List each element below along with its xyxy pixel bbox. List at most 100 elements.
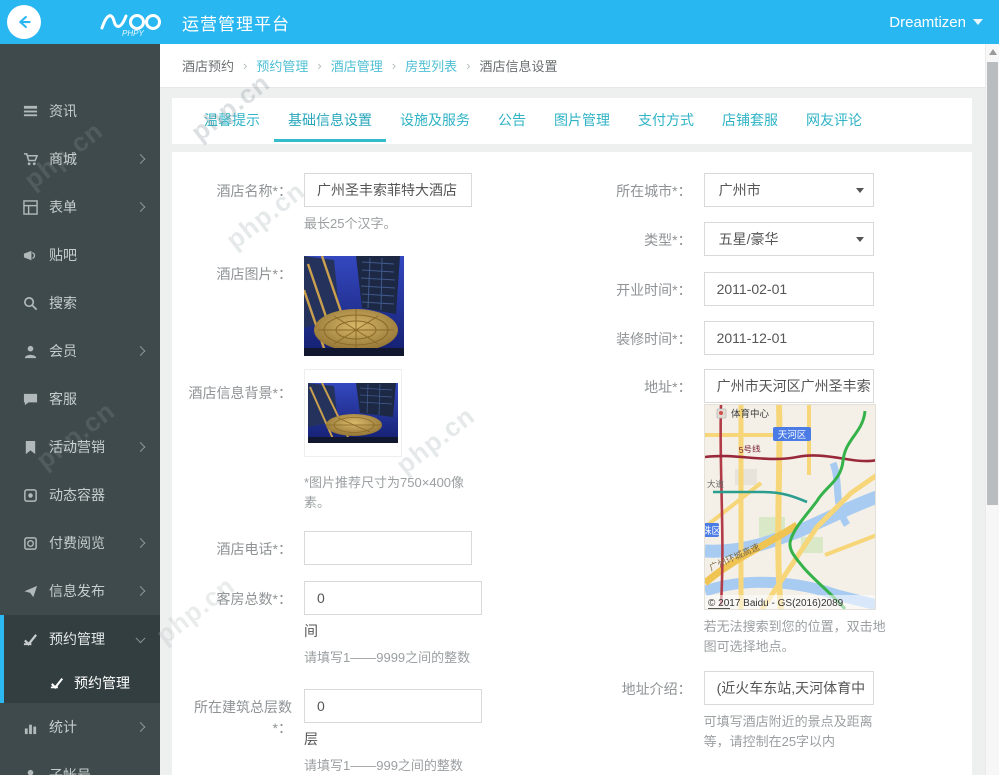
type-label: 类型*： xyxy=(644,232,692,248)
sidebar-item-label: 会员 xyxy=(49,343,77,359)
baidu-map[interactable]: 体育中心 天河区 珠区 5号线 xyxy=(703,404,876,610)
type-select[interactable]: 五星/豪华 xyxy=(703,222,874,256)
basic-info-form: 酒店名称*： 广州圣丰索菲特大酒店 最长25个汉字。 酒店图片*： 酒店信息背景… xyxy=(172,152,972,775)
back-button[interactable] xyxy=(7,5,41,39)
scrollbar-thumb[interactable] xyxy=(987,62,998,505)
user-menu-label: Dreamtizen xyxy=(889,13,966,31)
map-copyright: © 2017 Baidu - GS(2016)2089 xyxy=(708,598,844,609)
map-hint: 若无法搜索到您的位置，双击地图可选择地点。 xyxy=(703,619,886,655)
sidebar-item-label: 搜索 xyxy=(49,295,77,311)
tab-reviews[interactable]: 网友评论 xyxy=(792,98,876,144)
main-content: 温馨提示 基础信息设置 设施及服务 公告 图片管理 支付方式 店铺套服 网友评论… xyxy=(160,88,985,775)
tab-bar: 温馨提示 基础信息设置 设施及服务 公告 图片管理 支付方式 店铺套服 网友评论 xyxy=(172,98,972,144)
room-total-label: 客房总数*： xyxy=(216,591,292,608)
sidebar-item-mall[interactable]: 商城 xyxy=(0,135,160,183)
user-menu[interactable]: Dreamtizen xyxy=(889,14,983,31)
hotel-image-thumbnail[interactable] xyxy=(304,256,404,357)
map-district-badge-partial: 珠区 xyxy=(704,523,721,537)
hotel-phone-input[interactable] xyxy=(304,531,472,566)
sidebar-item-label: 预约管理 xyxy=(49,631,105,647)
tab-image-manage[interactable]: 图片管理 xyxy=(540,98,624,144)
breadcrumb-item-current: 酒店信息设置 xyxy=(479,59,558,74)
breadcrumb-item-link[interactable]: 房型列表 xyxy=(405,56,457,75)
page-title: 运营管理平台 xyxy=(182,14,290,34)
city-select[interactable]: 广州市 xyxy=(703,173,874,207)
sidebar-item-label: 客服 xyxy=(49,391,77,407)
sidebar-item-service[interactable]: 客服 xyxy=(0,375,160,423)
address-intro-label: 地址介绍： xyxy=(621,681,692,698)
scroll-up-icon xyxy=(989,49,997,55)
chevron-right-icon xyxy=(135,722,146,732)
type-select-value: 五星/豪华 xyxy=(718,231,779,247)
tab-shop-service[interactable]: 店铺套服 xyxy=(708,98,792,144)
hotel-name-label: 酒店名称*： xyxy=(216,183,292,199)
city-select-value: 广州市 xyxy=(718,182,761,198)
chevron-right-icon xyxy=(135,202,146,212)
sidebar-item-news[interactable]: 资讯 xyxy=(0,87,160,135)
bullhorn-icon xyxy=(22,247,38,263)
chevron-right-icon xyxy=(135,442,146,452)
breadcrumb-item: 酒店预约 xyxy=(182,59,235,74)
vertical-scrollbar[interactable] xyxy=(985,44,999,775)
sidebar-item-label: 动态容器 xyxy=(49,487,105,503)
hotel-bg-image-label: 酒店信息背景*： xyxy=(188,385,292,402)
breadcrumb-separator: › xyxy=(317,58,322,73)
open-date-input[interactable]: 2011-02-01 xyxy=(703,272,874,306)
address-input[interactable]: 广州市天河区广州圣丰索 xyxy=(703,369,874,403)
hotel-name-input[interactable]: 广州圣丰索菲特大酒店 xyxy=(304,173,472,207)
address-intro-hint: 可填写酒店附近的景点及距离等，请控制在25字以内 xyxy=(703,714,873,750)
sidebar-item-subaccount[interactable]: 子帐号 xyxy=(0,751,160,775)
sidebar-item-members[interactable]: 会员 xyxy=(0,327,160,375)
breadcrumb-item-link[interactable]: 预约管理 xyxy=(256,56,308,75)
sidebar-group-booking: 预约管理 预约管理 xyxy=(0,615,160,703)
sidebar-item-paid-reading[interactable]: 付费阅览 xyxy=(0,519,160,567)
chevron-right-icon xyxy=(135,538,146,548)
floor-total-hint: 请填写1——999之间的整数 xyxy=(304,757,463,773)
floor-total-input[interactable]: 0 xyxy=(304,688,482,723)
hotel-name-hint: 最长25个汉字。 xyxy=(304,216,397,231)
renovate-date-input[interactable]: 2011-12-01 xyxy=(703,321,874,355)
svg-text:PHPY: PHPY xyxy=(122,29,144,38)
top-header: PHPY 运营管理平台 Dreamtizen xyxy=(0,0,999,44)
address-intro-input[interactable]: (近火车东站,天河体育中 xyxy=(703,671,874,706)
sidebar-item-search[interactable]: 搜索 xyxy=(0,279,160,327)
room-total-input[interactable]: 0 xyxy=(304,581,482,616)
hotel-bg-image-thumbnail[interactable] xyxy=(304,369,402,458)
search-icon xyxy=(22,295,38,311)
breadcrumb-item-link[interactable]: 酒店管理 xyxy=(331,56,383,75)
tab-payment[interactable]: 支付方式 xyxy=(624,98,708,144)
sidebar-item-label: 资讯 xyxy=(49,103,77,119)
sidebar-item-stats[interactable]: 统计 xyxy=(0,703,160,751)
map-metro-line-label: 5号线 xyxy=(738,443,761,455)
sidebar-item-forum[interactable]: 贴吧 xyxy=(0,231,160,279)
sidebar-item-forms[interactable]: 表单 xyxy=(0,183,160,231)
sidebar-item-publish[interactable]: 信息发布 xyxy=(0,567,160,615)
sidebar-item-marketing[interactable]: 活动营销 xyxy=(0,423,160,471)
breadcrumb-separator: › xyxy=(466,58,471,73)
tab-facilities[interactable]: 设施及服务 xyxy=(386,98,484,144)
chevron-down-icon xyxy=(855,188,864,193)
stats-icon xyxy=(22,719,38,735)
brand-logo: PHPY 运营管理平台 xyxy=(96,6,290,38)
renovate-date-label: 装修时间*： xyxy=(616,331,692,347)
sidebar-subitem-booking-manage[interactable]: 预约管理 xyxy=(4,663,160,703)
app-window: PHPY 运营管理平台 Dreamtizen 资讯 商城 表单 贴吧 搜索 会员… xyxy=(0,0,999,775)
map-canvas: 体育中心 天河区 珠区 5号线 xyxy=(704,405,875,609)
address-label: 地址*： xyxy=(644,379,692,395)
chevron-down-icon xyxy=(135,633,146,644)
cart-icon xyxy=(22,151,38,167)
map-poi-label: 体育中心 xyxy=(731,408,770,420)
sidebar-item-label: 活动营销 xyxy=(49,439,105,455)
tab-announcement[interactable]: 公告 xyxy=(484,98,540,144)
tab-warm-tips[interactable]: 温馨提示 xyxy=(190,98,274,144)
sidebar-nav: 资讯 商城 表单 贴吧 搜索 会员 客服 活动营销 动态容器 付费阅览 信息发布… xyxy=(0,44,160,775)
member-icon xyxy=(22,343,38,359)
hotel-phone-label: 酒店电话*： xyxy=(216,541,292,558)
booking-icon xyxy=(50,676,65,691)
sidebar-item-booking[interactable]: 预约管理 xyxy=(4,615,160,663)
map-road-label: 大道 xyxy=(707,479,725,489)
sidebar-item-container[interactable]: 动态容器 xyxy=(0,471,160,519)
tab-basic-info[interactable]: 基础信息设置 xyxy=(274,98,386,144)
breadcrumb-separator: › xyxy=(243,58,248,73)
room-total-unit: 间 xyxy=(304,623,318,640)
